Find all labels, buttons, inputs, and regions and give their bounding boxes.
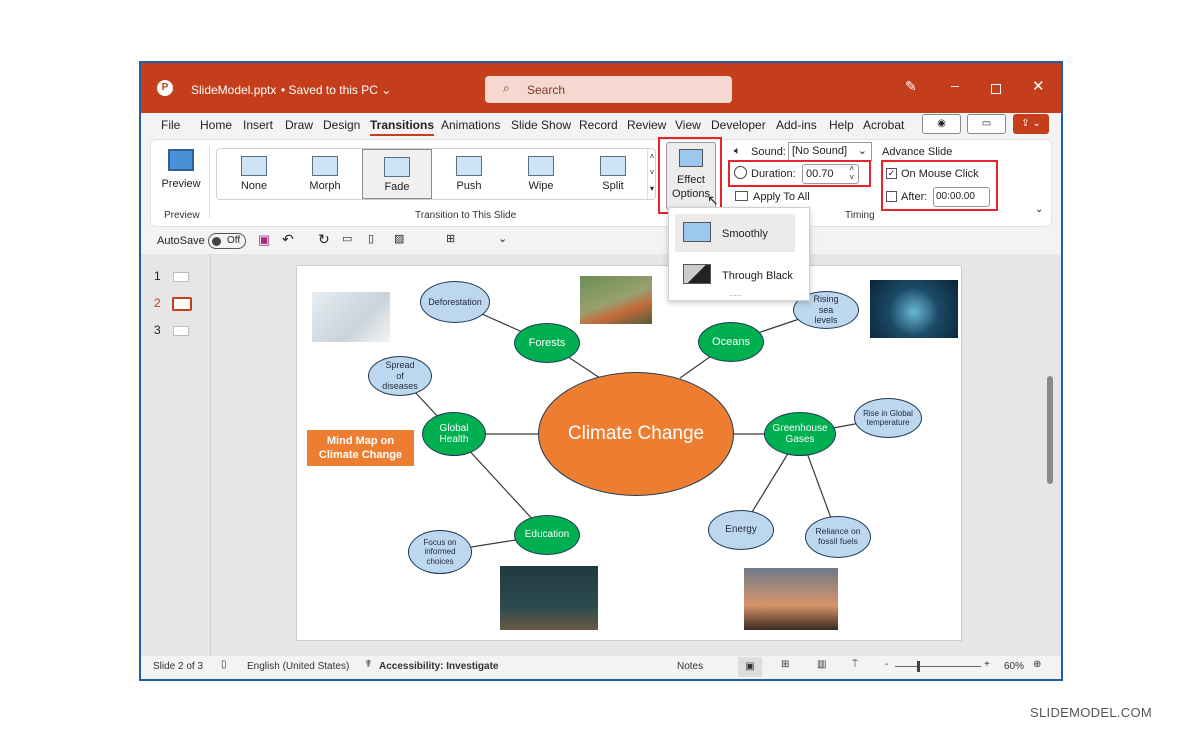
- node-oceans[interactable]: Oceans: [698, 322, 764, 362]
- notes-button[interactable]: Notes: [677, 661, 703, 672]
- node-greenhouse-gases[interactable]: Greenhouse Gases: [764, 412, 836, 456]
- zoom-out-button[interactable]: -: [885, 659, 888, 670]
- node-global-health[interactable]: Global Health: [422, 412, 486, 456]
- node-text: Oceans: [712, 335, 750, 348]
- node-text: Deforestation: [428, 296, 482, 307]
- central-node[interactable]: Climate Change: [538, 372, 734, 496]
- node-forests[interactable]: Forests: [514, 323, 580, 363]
- option-label: Through Black: [722, 270, 793, 282]
- accessibility-status[interactable]: Accessibility: Investigate: [379, 661, 499, 672]
- node-text: Energy: [725, 524, 757, 536]
- normal-view-icon[interactable]: ▣: [738, 657, 762, 677]
- node-education[interactable]: Education: [514, 515, 580, 555]
- node-fossil-fuels[interactable]: Reliance on fossil fuels: [805, 516, 871, 558]
- node-text: Forests: [528, 336, 566, 349]
- reading-view-icon[interactable]: ▥: [817, 659, 826, 670]
- effect-options-dropdown: Smoothly Through Black .....: [668, 207, 810, 301]
- node-text: Education: [524, 529, 570, 541]
- mind-map-title-box[interactable]: Mind Map on Climate Change: [307, 430, 414, 466]
- forest-fire-photo: [580, 276, 652, 324]
- slide-sorter-icon[interactable]: ⊞: [781, 659, 789, 670]
- spell-check-icon[interactable]: ▯: [221, 659, 227, 670]
- node-rise-global-temperature[interactable]: Rise in Global temperature: [854, 398, 922, 438]
- smoothly-icon: [683, 222, 711, 242]
- slide-counter: Slide 2 of 3: [153, 661, 204, 672]
- ocean-photo: [870, 280, 958, 338]
- node-informed-choices[interactable]: Focus on informed choices: [408, 530, 472, 574]
- zoom-level[interactable]: 60%: [1004, 661, 1024, 672]
- node-text: Spread of diseases: [382, 360, 418, 392]
- mind-map-connectors: [399, 301, 889, 553]
- hand-photo: [312, 292, 390, 342]
- fit-to-window-icon[interactable]: ⊕: [1033, 659, 1041, 670]
- zoom-in-button[interactable]: +: [984, 659, 990, 670]
- slideshow-view-icon[interactable]: ⍑: [852, 659, 858, 670]
- node-energy[interactable]: Energy: [708, 510, 774, 550]
- node-text: Reliance on fossil fuels: [815, 526, 861, 546]
- status-bar: Slide 2 of 3 ▯ English (United States) ☤…: [141, 656, 1061, 678]
- node-deforestation[interactable]: Deforestation: [420, 281, 490, 323]
- language[interactable]: English (United States): [247, 661, 349, 672]
- through-black-icon: [683, 264, 711, 284]
- option-smoothly[interactable]: Smoothly: [675, 214, 795, 252]
- zoom-slider-thumb[interactable]: [917, 661, 920, 672]
- watermark-logo: SLIDEMODEL.COM: [1030, 705, 1152, 720]
- node-text: Rise in Global temperature: [863, 408, 913, 427]
- classroom-photo: [500, 566, 598, 630]
- resize-handle[interactable]: .....: [729, 288, 742, 298]
- zoom-slider[interactable]: [895, 661, 981, 672]
- mouse-cursor-icon: ↖: [707, 192, 719, 208]
- node-text: Focus on informed choices: [423, 538, 457, 566]
- node-text: Rising sea levels: [813, 294, 839, 326]
- node-text: Global Health: [439, 422, 469, 446]
- central-node-text: Climate Change: [567, 423, 705, 445]
- node-text: Greenhouse Gases: [772, 422, 828, 446]
- option-label: Smoothly: [722, 228, 768, 240]
- node-spread-of-diseases[interactable]: Spread of diseases: [368, 356, 432, 396]
- title-box-text: Mind Map on Climate Change: [318, 434, 403, 461]
- accessibility-icon: ☤: [365, 659, 372, 670]
- factory-photo: [744, 568, 838, 630]
